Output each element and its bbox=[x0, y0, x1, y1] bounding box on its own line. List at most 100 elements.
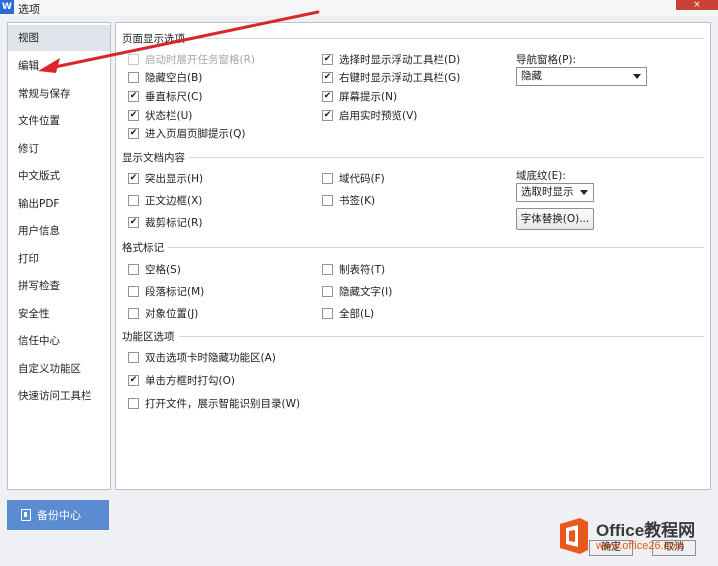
wps-app-icon: W bbox=[0, 0, 14, 14]
option-dblclick-hide-ribbon[interactable]: 双击选项卡时隐藏功能区(A) bbox=[128, 350, 276, 365]
option-text-boundaries[interactable]: 正文边框(X) bbox=[128, 193, 202, 208]
watermark: Office教程网 www.office26.com bbox=[556, 514, 714, 562]
option-label: 屏幕提示(N) bbox=[339, 91, 398, 103]
sidebar-item-spell-check[interactable]: 拼写检查 bbox=[8, 273, 110, 299]
options-sidebar: 视图 编辑 常规与保存 文件位置 修订 中文版式 输出PDF 用户信息 打印 拼… bbox=[7, 22, 111, 490]
sidebar-item-user-info[interactable]: 用户信息 bbox=[8, 218, 110, 244]
option-label: 启用实时预览(V) bbox=[339, 110, 418, 122]
field-shading-select[interactable]: 选取时显示 bbox=[516, 183, 594, 202]
checkbox[interactable] bbox=[322, 264, 333, 275]
sidebar-item-general-save[interactable]: 常规与保存 bbox=[8, 81, 110, 107]
sidebar-item-print[interactable]: 打印 bbox=[8, 246, 110, 272]
checkbox-checked[interactable]: ✔ bbox=[322, 72, 333, 83]
option-label: 正文边框(X) bbox=[145, 195, 203, 207]
checkbox[interactable] bbox=[128, 352, 139, 363]
checkbox[interactable] bbox=[128, 72, 139, 83]
section-divider bbox=[122, 247, 704, 248]
checkbox-checked[interactable]: ✔ bbox=[322, 91, 333, 102]
option-label: 隐藏空白(B) bbox=[145, 72, 203, 84]
option-object-anchors[interactable]: 对象位置(J) bbox=[128, 306, 198, 321]
section-divider bbox=[122, 336, 704, 337]
field-shading-value: 选取时显示 bbox=[521, 186, 574, 198]
option-spaces[interactable]: 空格(S) bbox=[128, 262, 181, 277]
sidebar-item-customize-ribbon[interactable]: 自定义功能区 bbox=[8, 356, 110, 382]
checkbox-checked[interactable]: ✔ bbox=[128, 173, 139, 184]
font-replace-button[interactable]: 字体替换(O)... bbox=[516, 208, 594, 230]
option-label: 垂直标尺(C) bbox=[145, 91, 203, 103]
option-label: 段落标记(M) bbox=[145, 286, 205, 298]
sidebar-item-trust-center[interactable]: 信任中心 bbox=[8, 328, 110, 354]
checkbox[interactable] bbox=[128, 264, 139, 275]
option-paragraph-marks[interactable]: 段落标记(M) bbox=[128, 284, 204, 299]
option-screen-tips[interactable]: ✔ 屏幕提示(N) bbox=[322, 89, 397, 104]
option-all-marks[interactable]: 全部(L) bbox=[322, 306, 374, 321]
sidebar-item-quick-access-toolbar[interactable]: 快速访问工具栏 bbox=[8, 383, 110, 409]
option-expand-task-pane[interactable]: 启动时展开任务窗格(R) bbox=[128, 52, 255, 67]
option-crop-marks[interactable]: ✔ 裁剪标记(R) bbox=[128, 215, 203, 230]
option-label: 书签(K) bbox=[339, 195, 376, 207]
checkbox-checked[interactable]: ✔ bbox=[128, 375, 139, 386]
option-float-toolbar-rightclick[interactable]: ✔ 右键时显示浮动工具栏(G) bbox=[322, 70, 460, 85]
title-bar: W 选项 × bbox=[0, 0, 718, 16]
option-float-toolbar-select[interactable]: ✔ 选择时显示浮动工具栏(D) bbox=[322, 52, 460, 67]
sidebar-item-view[interactable]: 视图 bbox=[8, 25, 110, 51]
option-label: 域代码(F) bbox=[339, 173, 385, 185]
option-bookmarks[interactable]: 书签(K) bbox=[322, 193, 375, 208]
options-main-panel: 页面显示选项 启动时展开任务窗格(R) 隐藏空白(B) ✔ 垂直标尺(C) ✔ … bbox=[115, 22, 711, 490]
option-click-to-check[interactable]: ✔ 单击方框时打勾(O) bbox=[128, 373, 235, 388]
checkbox[interactable] bbox=[128, 54, 139, 65]
checkbox-checked[interactable]: ✔ bbox=[128, 91, 139, 102]
sidebar-item-file-location[interactable]: 文件位置 bbox=[8, 108, 110, 134]
nav-pane-select[interactable]: 隐藏 bbox=[516, 67, 647, 86]
option-highlight[interactable]: ✔ 突出显示(H) bbox=[128, 171, 203, 186]
close-button[interactable]: × bbox=[676, 0, 718, 10]
option-hidden-text[interactable]: 隐藏文字(I) bbox=[322, 284, 392, 299]
sidebar-item-edit[interactable]: 编辑 bbox=[8, 53, 110, 79]
option-label: 隐藏文字(I) bbox=[339, 286, 393, 298]
chevron-down-icon bbox=[580, 190, 588, 195]
field-shading-label: 域底纹(E): bbox=[516, 170, 566, 182]
option-label: 裁剪标记(R) bbox=[145, 217, 203, 229]
checkbox[interactable] bbox=[128, 398, 139, 409]
option-live-preview[interactable]: ✔ 启用实时预览(V) bbox=[322, 108, 417, 123]
checkbox-checked[interactable]: ✔ bbox=[128, 217, 139, 228]
option-header-footer-tip[interactable]: ✔ 进入页眉页脚提示(Q) bbox=[128, 126, 245, 141]
sidebar-item-chinese-layout[interactable]: 中文版式 bbox=[8, 163, 110, 189]
checkbox-checked[interactable]: ✔ bbox=[322, 110, 333, 121]
checkbox[interactable] bbox=[322, 308, 333, 319]
option-label: 打开文件，展示智能识别目录(W) bbox=[145, 398, 301, 410]
checkbox-checked[interactable]: ✔ bbox=[128, 110, 139, 121]
nav-pane-label: 导航窗格(P): bbox=[516, 54, 577, 66]
option-status-bar[interactable]: ✔ 状态栏(U) bbox=[128, 108, 192, 123]
section-title-format-marks: 格式标记 bbox=[122, 240, 168, 255]
checkbox[interactable] bbox=[128, 195, 139, 206]
option-smart-toc[interactable]: 打开文件，展示智能识别目录(W) bbox=[128, 396, 300, 411]
checkbox[interactable] bbox=[322, 173, 333, 184]
option-field-codes[interactable]: 域代码(F) bbox=[322, 171, 385, 186]
chevron-down-icon bbox=[633, 74, 641, 79]
section-title-doc-content: 显示文档内容 bbox=[122, 150, 189, 165]
option-hide-blank[interactable]: 隐藏空白(B) bbox=[128, 70, 202, 85]
sidebar-item-revision[interactable]: 修订 bbox=[8, 136, 110, 162]
checkbox[interactable] bbox=[128, 308, 139, 319]
section-divider bbox=[122, 38, 704, 39]
checkbox[interactable] bbox=[322, 195, 333, 206]
option-label: 选择时显示浮动工具栏(D) bbox=[339, 54, 461, 66]
backup-center-label: 备份中心 bbox=[37, 509, 81, 522]
checkbox[interactable] bbox=[322, 286, 333, 297]
option-label: 单击方框时打勾(O) bbox=[145, 375, 235, 387]
nav-pane-value: 隐藏 bbox=[521, 70, 542, 82]
option-tab-characters[interactable]: 制表符(T) bbox=[322, 262, 385, 277]
option-vertical-ruler[interactable]: ✔ 垂直标尺(C) bbox=[128, 89, 203, 104]
option-label: 全部(L) bbox=[339, 308, 375, 320]
option-label: 双击选项卡时隐藏功能区(A) bbox=[145, 352, 276, 364]
checkbox[interactable] bbox=[128, 286, 139, 297]
option-label: 进入页眉页脚提示(Q) bbox=[145, 128, 246, 140]
sidebar-item-security[interactable]: 安全性 bbox=[8, 301, 110, 327]
sidebar-item-export-pdf[interactable]: 输出PDF bbox=[8, 191, 110, 217]
backup-icon bbox=[21, 509, 31, 521]
checkbox-checked[interactable]: ✔ bbox=[128, 128, 139, 139]
option-label: 右键时显示浮动工具栏(G) bbox=[339, 72, 461, 84]
checkbox-checked[interactable]: ✔ bbox=[322, 54, 333, 65]
backup-center-button[interactable]: 备份中心 bbox=[7, 500, 109, 530]
